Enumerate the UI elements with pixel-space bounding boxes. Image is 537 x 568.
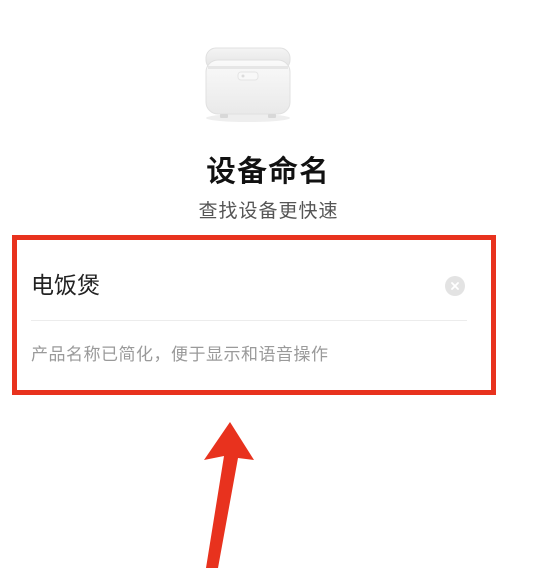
name-hint: 产品名称已简化，便于显示和语音操作 xyxy=(31,345,329,365)
clear-circle-icon[interactable] xyxy=(445,276,465,296)
device-naming-page: 设备命名 查找设备更快速 产品名称已简化，便于显示和语音操作 xyxy=(0,0,537,568)
device-name-input[interactable] xyxy=(31,266,431,300)
divider xyxy=(31,320,467,321)
rice-cooker-image xyxy=(200,44,296,124)
page-subtitle: 查找设备更快速 xyxy=(198,200,339,222)
highlight-box: 产品名称已简化，便于显示和语音操作 xyxy=(12,235,496,395)
page-title: 设备命名 xyxy=(206,154,331,188)
arrow-up-icon xyxy=(190,420,260,568)
